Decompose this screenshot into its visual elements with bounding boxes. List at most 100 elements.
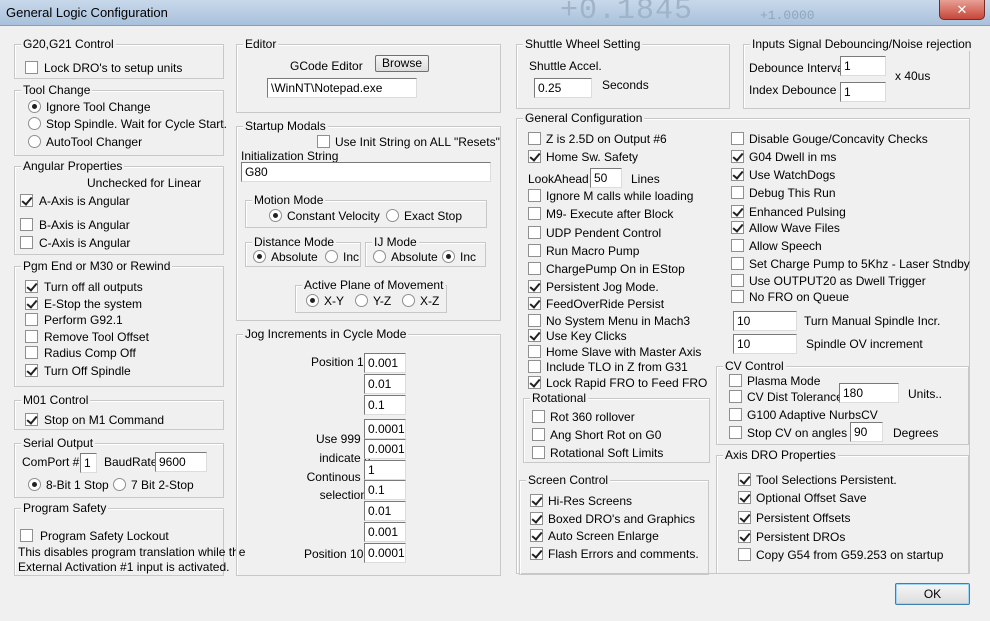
auto-screen-enlarge-checkbox[interactable]: [530, 529, 543, 542]
home-sw-safety-checkbox[interactable]: [528, 150, 541, 163]
cv-dist-tolerance-checkbox[interactable]: [729, 390, 742, 403]
turn-off-spindle-checkbox[interactable]: [25, 364, 38, 377]
editor-path-input[interactable]: \WinNT\Notepad.exe: [267, 78, 417, 98]
flash-errors-checkbox[interactable]: [530, 547, 543, 560]
remove-tool-offset-checkbox[interactable]: [25, 330, 38, 343]
lock-dro-checkbox[interactable]: [25, 61, 38, 74]
plane-yz-radio[interactable]: [355, 294, 368, 307]
m9-execute-checkbox[interactable]: [528, 207, 541, 220]
checkbox-label: ChargePump On in EStop: [546, 262, 685, 276]
hi-res-screens-checkbox[interactable]: [530, 494, 543, 507]
stop-spindle-radio[interactable]: [28, 117, 41, 130]
lookahead-input[interactable]: 50: [590, 168, 622, 188]
no-fro-on-queue-checkbox[interactable]: [731, 290, 744, 303]
auto-tool-changer-radio[interactable]: [28, 135, 41, 148]
browse-button[interactable]: Browse: [375, 55, 429, 72]
charge-pump-5khz-checkbox[interactable]: [731, 257, 744, 270]
spindle-incr-input[interactable]: 10: [733, 311, 797, 331]
lock-rapid-fro-checkbox[interactable]: [528, 376, 541, 389]
init-string-input[interactable]: G80: [241, 162, 491, 182]
home-slave-checkbox[interactable]: [528, 345, 541, 358]
udp-pendent-checkbox[interactable]: [528, 226, 541, 239]
persistent-offsets-checkbox[interactable]: [738, 511, 751, 524]
plasma-mode-checkbox[interactable]: [729, 374, 742, 387]
checkbox-label: Z is 2.5D on Output #6: [546, 132, 667, 146]
b-axis-angular-checkbox[interactable]: [20, 218, 33, 231]
shuttle-accel-input[interactable]: 0.25: [534, 78, 592, 98]
baudrate-input[interactable]: 9600: [155, 452, 207, 472]
debounce-interval-input[interactable]: 1: [840, 56, 886, 76]
ignore-m-calls-checkbox[interactable]: [528, 189, 541, 202]
stop-cv-angles-input[interactable]: 90: [850, 422, 883, 442]
distance-inc-radio[interactable]: [325, 250, 338, 263]
jog-increment-input-6[interactable]: 1: [364, 460, 406, 480]
active-plane-group: Active Plane of Movement X-Y Y-Z X-Z: [295, 278, 447, 313]
enhanced-pulsing-checkbox[interactable]: [731, 205, 744, 218]
disable-gouge-checkbox[interactable]: [731, 132, 744, 145]
no-system-menu-checkbox[interactable]: [528, 314, 541, 327]
estop-system-checkbox[interactable]: [25, 297, 38, 310]
stop-cv-angles-checkbox[interactable]: [729, 426, 742, 439]
program-safety-lockout-checkbox[interactable]: [20, 529, 33, 542]
7-bit-2-stop-radio[interactable]: [113, 478, 126, 491]
ignore-tool-change-radio[interactable]: [28, 100, 41, 113]
background-dro-readout: +0.1845: [560, 0, 694, 28]
use-key-clicks-checkbox[interactable]: [528, 329, 541, 342]
distance-absolute-radio[interactable]: [253, 250, 266, 263]
stop-on-m1-checkbox[interactable]: [25, 413, 38, 426]
rot-360-rollover-checkbox[interactable]: [532, 410, 545, 423]
run-macro-pump-checkbox[interactable]: [528, 244, 541, 257]
use-watchdogs-checkbox[interactable]: [731, 168, 744, 181]
chargepump-estop-checkbox[interactable]: [528, 262, 541, 275]
perform-g92-checkbox[interactable]: [25, 313, 38, 326]
checkbox-label: Ang Short Rot on G0: [550, 428, 662, 442]
debug-this-run-checkbox[interactable]: [731, 186, 744, 199]
z-2-5d-checkbox[interactable]: [528, 132, 541, 145]
radius-comp-off-checkbox[interactable]: [25, 346, 38, 359]
checkbox-label: Disable Gouge/Concavity Checks: [749, 132, 928, 146]
exact-stop-radio[interactable]: [386, 209, 399, 222]
optional-offset-save-checkbox[interactable]: [738, 491, 751, 504]
jog-increment-input-2[interactable]: 0.01: [364, 374, 406, 394]
persistent-dros-checkbox[interactable]: [738, 530, 751, 543]
jog-increment-input-4[interactable]: 0.0001: [364, 419, 406, 439]
plane-xy-radio[interactable]: [306, 294, 319, 307]
copy-g54-checkbox[interactable]: [738, 548, 751, 561]
persistent-jog-mode-checkbox[interactable]: [528, 280, 541, 293]
include-tlo-checkbox[interactable]: [528, 360, 541, 373]
ok-button[interactable]: OK: [895, 583, 970, 605]
a-axis-angular-checkbox[interactable]: [20, 194, 33, 207]
turn-off-outputs-checkbox[interactable]: [25, 280, 38, 293]
jog-increment-input-10[interactable]: 0.0001: [364, 543, 406, 563]
constant-velocity-radio[interactable]: [269, 209, 282, 222]
ang-short-rot-checkbox[interactable]: [532, 428, 545, 441]
allow-wave-files-checkbox[interactable]: [731, 221, 744, 234]
ij-absolute-radio[interactable]: [373, 250, 386, 263]
g04-dwell-ms-checkbox[interactable]: [731, 150, 744, 163]
g100-adaptive-checkbox[interactable]: [729, 408, 742, 421]
allow-speech-checkbox[interactable]: [731, 239, 744, 252]
jog-increment-input-3[interactable]: 0.1: [364, 395, 406, 415]
rotational-soft-limits-checkbox[interactable]: [532, 446, 545, 459]
plane-xz-radio[interactable]: [402, 294, 415, 307]
c-axis-angular-checkbox[interactable]: [20, 236, 33, 249]
index-debounce-input[interactable]: 1: [840, 82, 886, 102]
ij-inc-radio[interactable]: [442, 250, 455, 263]
feedoverride-persist-checkbox[interactable]: [528, 297, 541, 310]
spindle-ov-input[interactable]: 10: [733, 334, 797, 354]
serial-output-group: Serial Output ComPort # 1 BaudRate 9600 …: [14, 436, 224, 498]
use-init-string-checkbox[interactable]: [317, 135, 330, 148]
8-bit-1-stop-radio[interactable]: [28, 478, 41, 491]
boxed-dros-checkbox[interactable]: [530, 512, 543, 525]
comport-input[interactable]: 1: [80, 453, 97, 473]
jog-increment-input-9[interactable]: 0.001: [364, 522, 406, 542]
jog-increment-input-1[interactable]: 0.001: [364, 353, 406, 373]
jog-increment-input-7[interactable]: 0.1: [364, 480, 406, 500]
tool-selections-persistent-checkbox[interactable]: [738, 473, 751, 486]
cv-dist-tolerance-input[interactable]: 180: [839, 383, 899, 403]
use-output20-checkbox[interactable]: [731, 274, 744, 287]
checkbox-label: Optional Offset Save: [756, 491, 867, 505]
jog-increment-input-5[interactable]: 0.0001: [364, 439, 406, 459]
close-button[interactable]: ✕: [939, 0, 985, 20]
jog-increment-input-8[interactable]: 0.01: [364, 501, 406, 521]
